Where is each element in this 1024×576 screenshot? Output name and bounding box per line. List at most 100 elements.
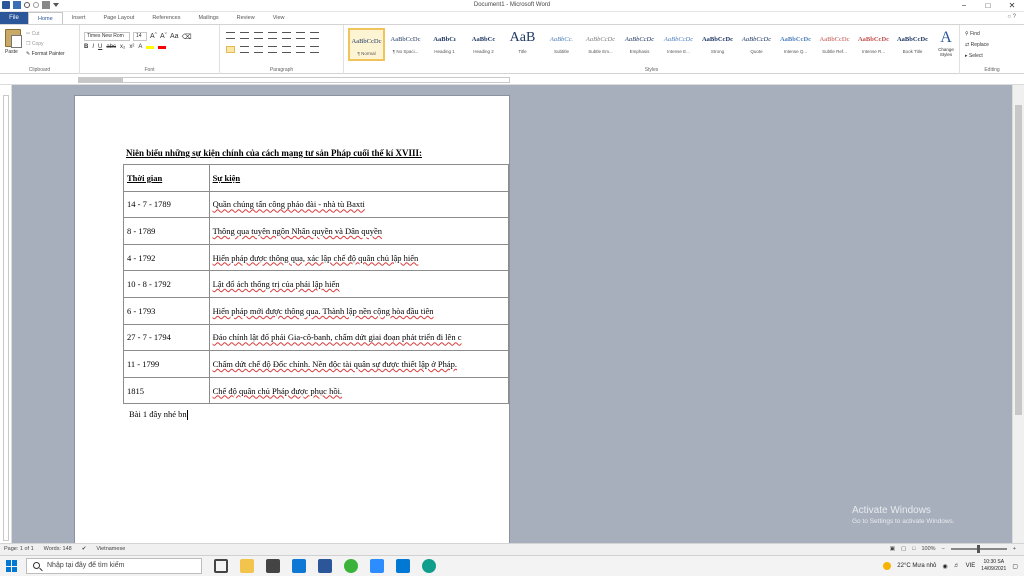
font-size-dropdown[interactable]: 14 [133, 32, 147, 41]
align-right-icon[interactable] [254, 46, 263, 53]
page-count[interactable]: Page: 1 of 1 [4, 546, 34, 552]
style-book-title[interactable]: AaBbCcDc Book Title [894, 28, 931, 61]
multilevel-list-icon[interactable] [254, 32, 263, 39]
clear-formatting-icon[interactable]: ⌫ [182, 33, 192, 41]
underline-icon[interactable]: U [98, 44, 102, 50]
align-center-icon[interactable] [240, 46, 249, 53]
cell-event[interactable]: Chế độ quân chủ Pháp được phục hồi. [208, 376, 509, 405]
shading-icon[interactable] [296, 46, 305, 53]
vertical-scrollbar[interactable] [1012, 85, 1024, 543]
task-view-icon[interactable] [214, 559, 228, 573]
strikethrough-icon[interactable]: abc [106, 44, 116, 50]
copy-button[interactable]: ❐ Copy [26, 39, 65, 49]
horizontal-ruler[interactable] [0, 75, 1024, 85]
cell-time[interactable]: 1815 [123, 376, 210, 405]
word-count[interactable]: Words: 148 [44, 546, 72, 552]
taskbar-search-box[interactable]: Nhập tại đây để tìm kiếm [26, 558, 202, 574]
highlight-color-icon[interactable] [146, 45, 155, 49]
vertical-ruler[interactable] [0, 85, 12, 543]
style-no-spacing[interactable]: AaBbCcDc ¶ No Spaci... [387, 28, 424, 61]
file-explorer-icon[interactable] [240, 559, 254, 573]
language-indicator[interactable]: Vietnamese [96, 546, 125, 552]
align-left-icon[interactable] [226, 46, 235, 53]
tab-view[interactable]: View [264, 12, 294, 24]
zoom-out-icon[interactable]: − [942, 546, 945, 552]
paste-icon[interactable] [5, 29, 22, 48]
style-subtitle[interactable]: AaBbCc. Subtitle [543, 28, 580, 61]
cell-time[interactable]: 27 - 7 - 1794 [123, 323, 210, 352]
decrease-indent-icon[interactable] [268, 32, 277, 39]
mail-icon[interactable] [292, 559, 306, 573]
style-heading-2[interactable]: AaBbCc Heading 2 [465, 28, 502, 61]
word-taskbar-icon[interactable] [318, 559, 332, 573]
subscript-icon[interactable]: x₂ [120, 44, 125, 50]
store-icon[interactable] [266, 559, 280, 573]
minimize-button[interactable]: − [952, 0, 976, 12]
spelling-check-icon[interactable]: ✔ [82, 546, 87, 552]
grow-font-icon[interactable]: Aˆ [150, 33, 157, 40]
style-normal[interactable]: AaBbCcDc ¶ Normal [348, 28, 385, 61]
style-intense-quote[interactable]: AaBbCcDc Intense Q... [777, 28, 814, 61]
tab-review[interactable]: Review [228, 12, 264, 24]
shrink-font-icon[interactable]: Aˇ [160, 33, 167, 40]
replace-button[interactable]: ⇄ Replace [965, 40, 989, 51]
full-screen-view-icon[interactable]: ▢ [901, 546, 906, 552]
change-styles-button[interactable]: A Change Styles [934, 29, 958, 57]
zoom-app-icon[interactable] [370, 559, 384, 573]
cell-time[interactable]: 11 - 1799 [123, 350, 210, 378]
scrollbar-thumb[interactable] [1015, 105, 1022, 415]
style-strong[interactable]: AaBbCcDc Strong [699, 28, 736, 61]
style-subtle-emphasis[interactable]: AaBbCcDc Subtle Em... [582, 28, 619, 61]
tab-mailings[interactable]: Mailings [189, 12, 227, 24]
help-icon[interactable]: ○ ? [1007, 14, 1016, 20]
cell-event[interactable]: Hiến pháp được thông qua, xác lập chế độ… [208, 243, 509, 272]
justify-icon[interactable] [268, 46, 277, 53]
cell-event[interactable]: Hiến pháp mới được thông qua. Thành lập … [208, 296, 509, 325]
borders-icon[interactable] [310, 46, 319, 53]
weather-text[interactable]: 22°C Mưa nhỏ [897, 563, 936, 569]
style-quote[interactable]: AaBbCcDc Quote [738, 28, 775, 61]
cell-time[interactable]: 10 - 8 - 1792 [123, 270, 210, 298]
tab-file[interactable]: File [0, 12, 28, 24]
clock[interactable]: 10:30 SA 14/09/2021 [981, 559, 1006, 573]
numbering-icon[interactable] [240, 32, 249, 39]
zoom-in-icon[interactable]: + [1013, 546, 1016, 552]
cut-button[interactable]: ✂ Cut [26, 29, 65, 39]
network-icon[interactable]: ◉ [942, 563, 947, 570]
windows-start-icon[interactable] [6, 560, 18, 572]
change-case-icon[interactable]: Aa [170, 33, 179, 40]
line-spacing-icon[interactable] [282, 46, 291, 53]
style-emphasis[interactable]: AaBbCcDc Emphasis [621, 28, 658, 61]
style-intense-reference[interactable]: AaBbCcDc Intense R... [855, 28, 892, 61]
find-button[interactable]: ⚲ Find [965, 29, 989, 40]
style-title[interactable]: AaB Title [504, 28, 541, 61]
cell-time[interactable]: 4 - 1792 [123, 243, 210, 272]
cell-event[interactable]: Lật đổ ách thống trị của phái lập hiến [208, 270, 509, 298]
print-layout-view-icon[interactable]: ▣ [890, 546, 895, 552]
cell-time[interactable]: 14 - 7 - 1789 [123, 190, 210, 219]
bullets-icon[interactable] [226, 32, 235, 39]
notification-icon[interactable]: ▢ [1012, 563, 1018, 570]
paste-button[interactable]: Paste [5, 49, 18, 55]
close-button[interactable]: ✕ [1000, 0, 1024, 12]
format-painter-button[interactable]: ✎ Format Painter [26, 49, 65, 59]
text-effects-icon[interactable]: A [138, 44, 142, 50]
weather-icon[interactable] [883, 562, 892, 570]
cell-event[interactable]: Đảo chính lật đổ phái Gia-cô-banh, chấm … [208, 323, 509, 352]
maximize-button[interactable]: □ [976, 0, 1000, 12]
chrome-icon[interactable] [344, 559, 358, 573]
style-intense-emphasis[interactable]: AaBbCcDc Intense E... [660, 28, 697, 61]
body-paragraph[interactable]: Bài 1 đây nhé bn [129, 409, 188, 421]
style-subtle-reference[interactable]: AaBbCcDc Subtle Ref... [816, 28, 853, 61]
tab-references[interactable]: References [143, 12, 189, 24]
document-page[interactable]: Niên biểu những sự kiện chính của cách m… [74, 95, 510, 543]
tab-home[interactable]: Home [28, 12, 63, 24]
cell-event[interactable]: Quần chúng tấn công pháo đài - nhà tù Ba… [208, 190, 509, 219]
edge-icon[interactable] [422, 559, 436, 573]
cell-event[interactable]: Thông qua tuyên ngôn Nhân quyền và Dân q… [208, 217, 509, 245]
superscript-icon[interactable]: x² [129, 44, 134, 50]
web-layout-view-icon[interactable]: □ [912, 546, 915, 552]
cell-event[interactable]: Chấm dứt chế độ Đốc chính. Nền độc tài q… [208, 350, 509, 378]
zoom-slider[interactable] [950, 545, 1007, 553]
input-language[interactable]: VIE [966, 563, 976, 569]
